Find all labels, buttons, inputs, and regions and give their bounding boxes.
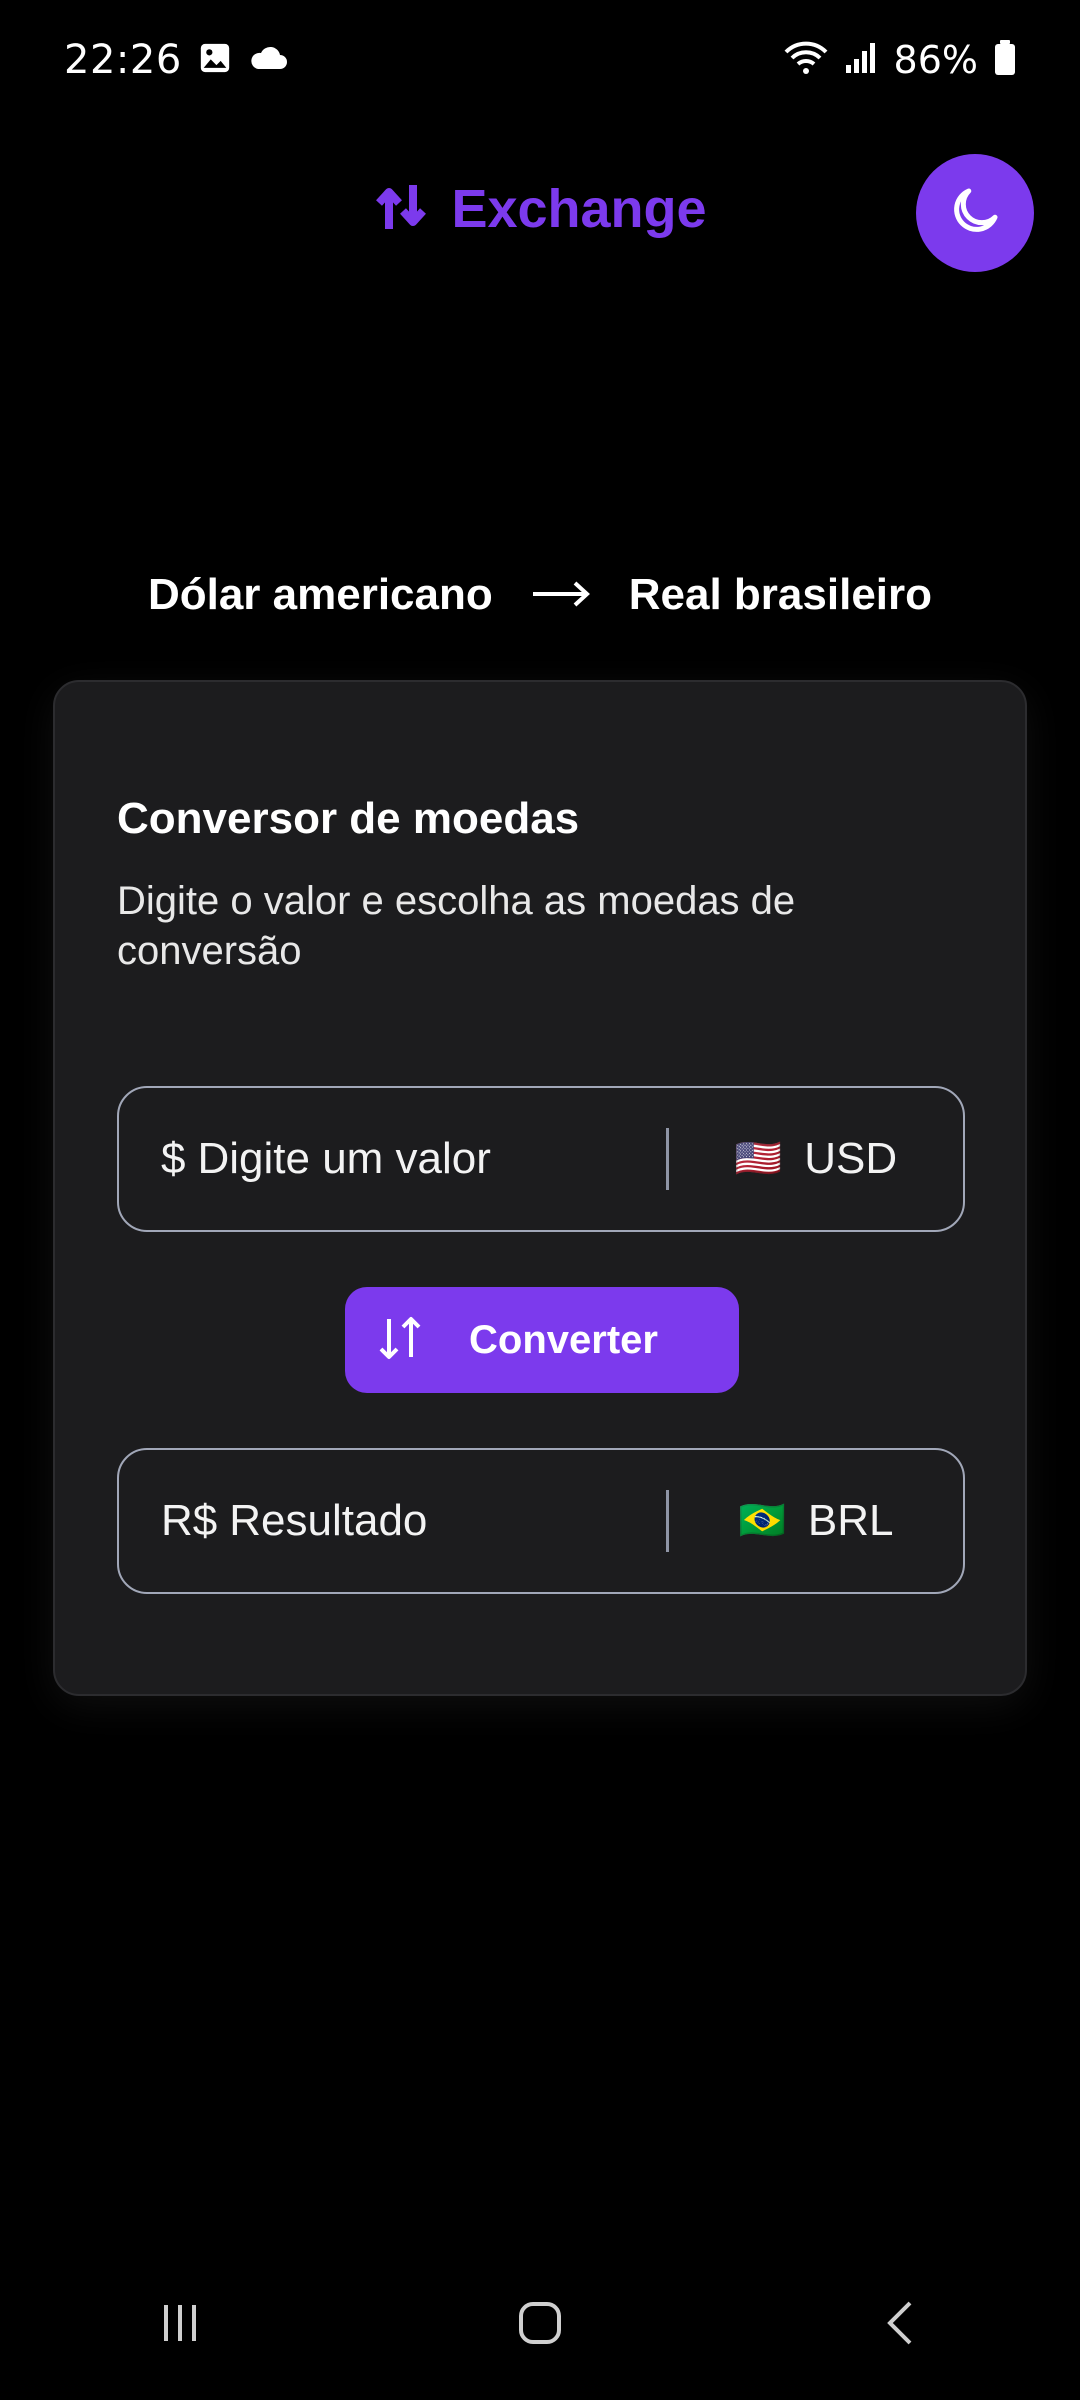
moon-icon: [945, 181, 1005, 246]
home-button[interactable]: [480, 2285, 600, 2365]
system-nav-bar: [0, 2250, 1080, 2400]
us-flag-icon: 🇺🇸: [734, 1138, 783, 1180]
recent-apps-button[interactable]: [120, 2285, 240, 2365]
amount-placeholder: Digite um valor: [197, 1134, 491, 1183]
gallery-icon: [198, 41, 232, 80]
to-currency-select[interactable]: 🇧🇷 BRL: [669, 1450, 963, 1592]
from-currency-code: USD: [804, 1134, 898, 1183]
convert-button-label: Converter: [469, 1317, 658, 1362]
battery-percent: 86%: [893, 38, 978, 82]
conversion-route: Dólar americano Real brasileiro: [0, 570, 1080, 620]
back-button[interactable]: [840, 2285, 960, 2365]
amount-prefix: $: [161, 1134, 186, 1183]
back-chevron-icon: [880, 2299, 920, 2352]
brazil-flag-icon: 🇧🇷: [738, 1500, 786, 1542]
wifi-icon: [784, 40, 828, 81]
home-icon: [518, 2301, 562, 2350]
arrow-right-icon: [531, 570, 591, 620]
from-currency-select[interactable]: 🇺🇸 USD: [669, 1088, 963, 1230]
battery-icon: [994, 39, 1016, 81]
app-screen: 22:26 86% Exchange Dólar americano Real …: [0, 0, 1080, 2400]
cloud-icon: [248, 43, 288, 78]
card-subtitle: Digite o valor e escolha as moedas de co…: [117, 879, 796, 973]
recent-apps-icon: [158, 2301, 202, 2350]
to-currency-name: Real brasileiro: [628, 570, 933, 619]
swap-arrows-icon: [375, 1313, 425, 1368]
theme-toggle-button[interactable]: [916, 154, 1034, 272]
signal-icon: [844, 41, 878, 80]
result-output-group: R$ Resultado 🇧🇷 BRL: [117, 1448, 965, 1594]
converter-card: Conversor de moedas Digite o valor e esc…: [53, 680, 1027, 1696]
status-time: 22:26: [64, 37, 182, 83]
result-prefix: R$: [161, 1496, 218, 1545]
result-placeholder: Resultado: [229, 1496, 428, 1545]
app-header: Exchange: [0, 150, 1080, 272]
from-currency-name: Dólar americano: [147, 570, 493, 619]
convert-button[interactable]: Converter: [345, 1287, 739, 1393]
swap-vertical-icon: [373, 179, 429, 240]
card-title: Conversor de moedas: [117, 794, 580, 843]
to-currency-code: BRL: [807, 1496, 894, 1545]
status-right: 86%: [784, 38, 1016, 82]
status-bar: 22:26 86%: [0, 0, 1080, 120]
result-output[interactable]: R$ Resultado: [119, 1450, 666, 1592]
amount-input-group: $ Digite um valor 🇺🇸 USD: [117, 1086, 965, 1232]
app-title: Exchange: [451, 179, 707, 239]
status-left: 22:26: [64, 37, 288, 83]
amount-input[interactable]: $ Digite um valor: [119, 1088, 666, 1230]
